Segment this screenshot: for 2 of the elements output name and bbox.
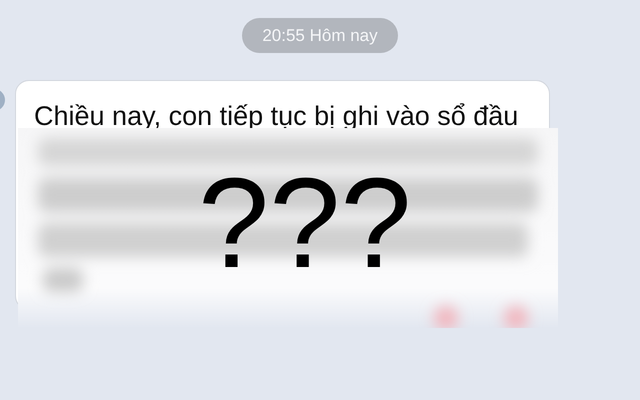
timestamp: 20:55 Hôm nay [242, 18, 398, 53]
question-marks: ??? [198, 160, 412, 288]
